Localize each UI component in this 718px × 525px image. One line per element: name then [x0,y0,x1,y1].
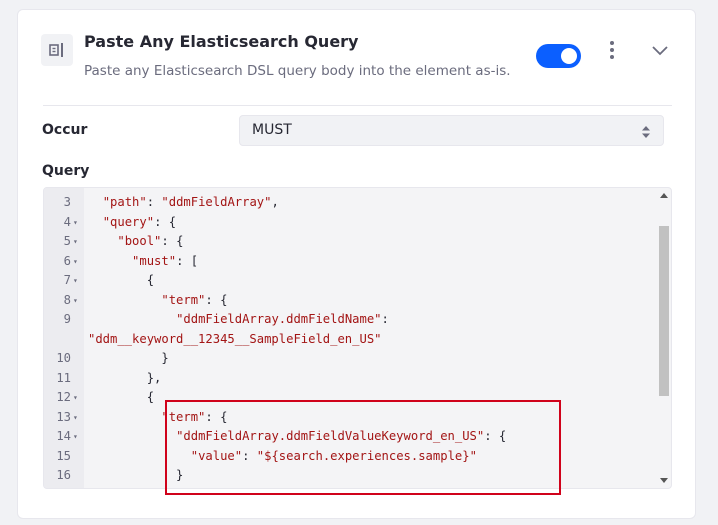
fold-arrow-icon[interactable]: ▾ [73,271,78,291]
line-number: 10 [56,351,71,365]
scroll-up-arrow[interactable] [660,193,668,198]
line-number: 4 [63,214,71,229]
line-number: 9 [63,312,71,326]
scrollbar-thumb[interactable] [659,226,669,396]
code-text: { [88,390,155,404]
fold-arrow-icon[interactable]: ▾ [73,408,78,428]
line-number: 7 [63,273,71,287]
occur-label: Occur [42,122,88,138]
occur-select-value: MUST [252,122,292,138]
fold-arrow-icon[interactable]: ▾ [73,232,78,252]
occur-select[interactable]: MUST [239,115,664,146]
code-text: "ddmFieldArray.ddmFieldName": [176,312,389,326]
code-text: } [88,351,169,365]
fold-arrow-icon[interactable]: ▾ [73,427,78,447]
fold-arrow-icon[interactable]: ▾ [73,213,78,233]
fold-arrow-icon[interactable]: ▾ [73,291,78,311]
highlight-annotation [165,400,561,495]
chevron-down-icon[interactable] [651,43,669,57]
element-title: Paste Any Elasticsearch Query [84,32,359,51]
code-text: "path": "ddmFieldArray", [102,195,279,209]
code-text: "must": [ [132,253,199,268]
code-text: "bool": { [117,234,184,248]
code-line: 3 "path": "ddmFieldArray", [44,193,659,213]
code-line: 5 ▾ "bool": { [44,232,659,252]
fold-arrow-icon[interactable]: ▾ [73,252,78,272]
code-line: 10 } [44,349,659,369]
line-number: 8 [63,292,71,307]
code-line: 9 "ddmFieldArray.ddmFieldName": [44,310,659,330]
scroll-down-arrow[interactable] [660,478,668,483]
toggle-knob [561,48,577,64]
line-number: 11 [56,370,71,385]
enable-toggle[interactable] [536,44,581,68]
select-arrows-icon [641,124,651,138]
code-line: 7 ▾ { [44,271,659,291]
line-number: 13 [56,409,71,424]
code-text: "term": { [161,292,228,307]
line-number: 6 [63,253,71,268]
line-number: 16 [56,468,71,482]
divider [43,105,672,106]
line-number: 14 [56,429,71,443]
code-text: { [88,273,155,287]
line-number: 12 [56,390,71,404]
kebab-menu-icon[interactable] [606,41,618,61]
line-number: 5 [63,234,71,248]
query-label: Query [42,163,90,179]
code-line: "ddm__keyword__12345__SampleField_en_US" [44,330,659,350]
code-line: 8 ▾ "term": { [44,291,659,311]
code-text: "query": { [102,214,177,229]
code-text: }, [88,370,162,385]
code-text: "ddm__keyword__12345__SampleField_en_US" [88,331,382,346]
fold-arrow-icon[interactable]: ▾ [73,388,78,408]
element-description: Paste any Elasticsearch DSL query body i… [84,63,511,79]
line-number: 15 [56,448,71,463]
line-number: 3 [63,195,71,209]
code-line: 6 ▾ "must": [ [44,252,659,272]
paste-element-icon [41,34,73,66]
code-line: 11 }, [44,369,659,389]
code-line: 4 ▾ "query": { [44,213,659,233]
